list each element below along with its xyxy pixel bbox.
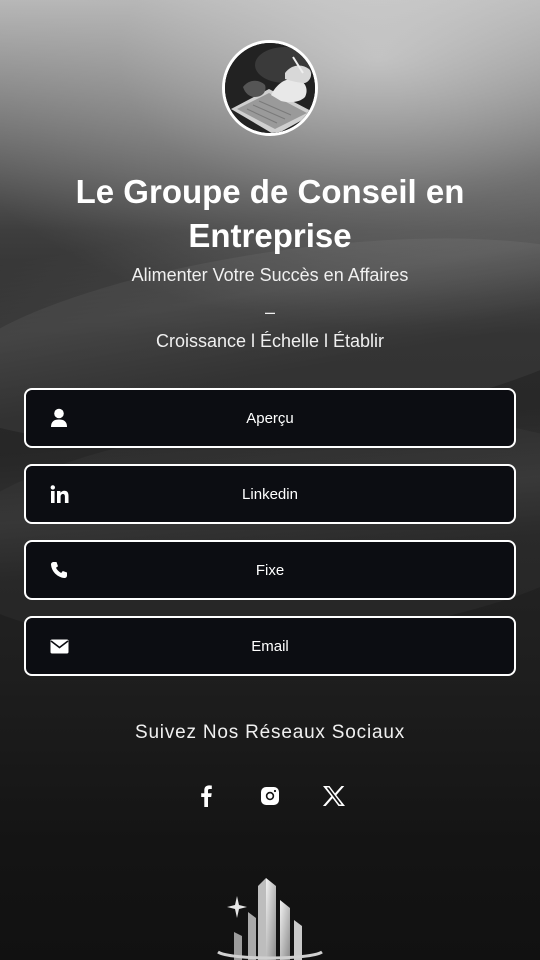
company-logo bbox=[210, 872, 330, 960]
apercu-button-label: Aperçu bbox=[246, 409, 294, 427]
profile-page: Le Groupe de Conseil en Entreprise Alime… bbox=[0, 0, 540, 960]
social-heading: Suivez Nos Réseaux Sociaux bbox=[134, 722, 406, 743]
page-title: Le Groupe de Conseil en Entreprise bbox=[75, 173, 465, 254]
email-button[interactable]: Email bbox=[24, 616, 516, 676]
fixe-button-label: Fixe bbox=[255, 561, 285, 579]
phone-icon bbox=[48, 559, 70, 581]
email-button-label: Email bbox=[251, 637, 289, 655]
page-tagline: Croissance l Échelle l Établir bbox=[155, 331, 385, 351]
envelope-icon bbox=[48, 635, 70, 657]
instagram-icon[interactable] bbox=[254, 780, 286, 812]
apercu-button[interactable]: Aperçu bbox=[24, 388, 516, 448]
linkedin-button[interactable]: Linkedin bbox=[24, 464, 516, 524]
user-icon bbox=[48, 407, 70, 429]
linkedin-icon bbox=[48, 483, 70, 505]
linkedin-button-label: Linkedin bbox=[242, 485, 298, 503]
page-subtitle: Alimenter Votre Succès en Affaires bbox=[131, 265, 409, 285]
fixe-button[interactable]: Fixe bbox=[24, 540, 516, 600]
subtitle-separator: – bbox=[264, 302, 275, 322]
avatar bbox=[222, 40, 318, 136]
x-icon[interactable] bbox=[318, 780, 350, 812]
facebook-icon[interactable] bbox=[190, 780, 222, 812]
